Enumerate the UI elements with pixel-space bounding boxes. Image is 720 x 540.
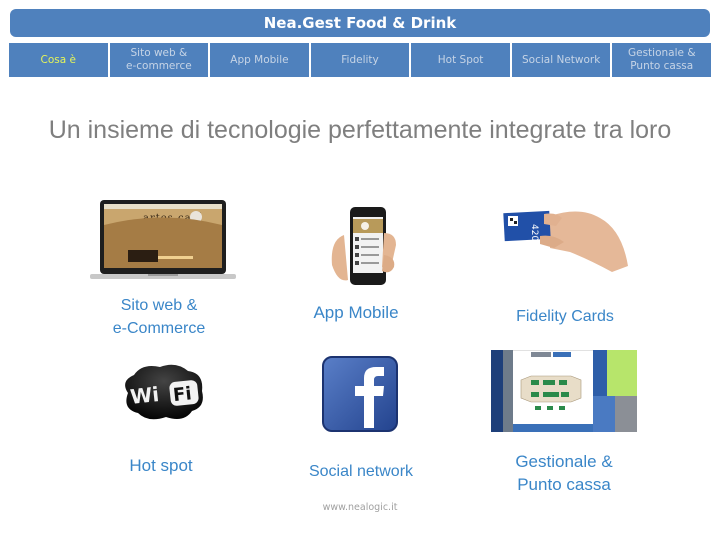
svg-text:Wi: Wi bbox=[129, 382, 160, 409]
caption-sito-web: Sito web & e-Commerce bbox=[112, 297, 206, 337]
caption-fidelity-cards: Fidelity Cards bbox=[516, 308, 614, 325]
nav-item-sito-web[interactable]: Sito web & e-commerce bbox=[109, 43, 209, 77]
nav-item-fidelity[interactable]: Fidelity bbox=[310, 43, 410, 77]
caption-social-network: Social network bbox=[308, 463, 414, 480]
pos-software-screenshot bbox=[490, 349, 638, 433]
nav-item-gestionale[interactable]: Gestionale & Punto cassa bbox=[612, 43, 712, 77]
headline: Un insieme di tecnologie perfettamente i… bbox=[48, 116, 672, 144]
nav-item-cosa-e[interactable]: Cosa è bbox=[9, 43, 108, 77]
caption-app-mobile: App Mobile bbox=[313, 303, 399, 322]
laptop-website-image: artes café bbox=[88, 198, 250, 282]
caption-hot-spot: Hot spot bbox=[129, 456, 193, 475]
caption-gestionale: Gestionale & Punto cassa bbox=[515, 452, 613, 494]
svg-text:Fi: Fi bbox=[172, 383, 193, 406]
nav-item-app-mobile[interactable]: App Mobile bbox=[210, 43, 309, 77]
smartphone-app-image bbox=[330, 205, 410, 287]
card-text: 420 bbox=[529, 224, 539, 241]
page-title-bar: Nea.Gest Food & Drink bbox=[10, 9, 710, 37]
footer-url[interactable]: www.nealogic.it bbox=[300, 502, 420, 513]
nav-item-hot-spot[interactable]: Hot Spot bbox=[411, 43, 510, 77]
facebook-logo bbox=[322, 356, 398, 432]
top-nav: Cosa è Sito web & e-commerce App Mobile … bbox=[9, 43, 712, 77]
nav-item-social-network[interactable]: Social Network bbox=[511, 43, 611, 77]
fidelity-card-image: 420 bbox=[500, 204, 630, 274]
wifi-logo: Wi Fi bbox=[118, 363, 206, 423]
